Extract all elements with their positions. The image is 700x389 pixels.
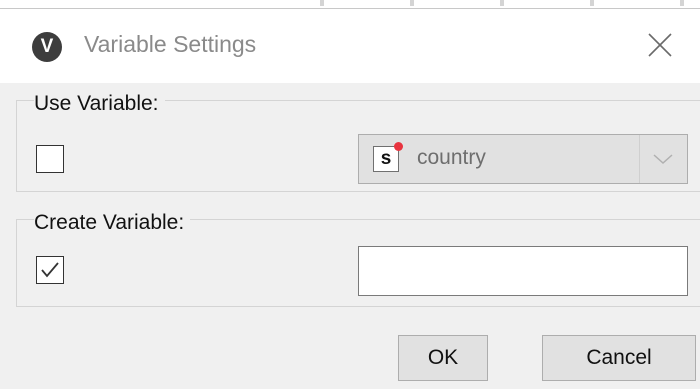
new-variable-name-input[interactable]: [358, 246, 688, 296]
string-variable-icon: s: [373, 142, 403, 172]
close-button[interactable]: [640, 25, 680, 65]
ok-button[interactable]: OK: [398, 335, 488, 381]
window-title: Variable Settings: [84, 31, 257, 57]
variable-type-letter: s: [380, 148, 392, 169]
select-divider: [639, 135, 640, 183]
create-variable-checkbox[interactable]: [36, 256, 64, 284]
checkmark-icon: [41, 262, 59, 278]
create-variable-label: Create Variable:: [34, 211, 191, 235]
app-logo-icon: V: [32, 32, 62, 62]
variable-settings-dialog: V Variable Settings Use Variable: s coun…: [0, 0, 700, 389]
title-bar: V Variable Settings: [0, 9, 700, 83]
background-window-content: [280, 0, 700, 6]
close-icon: [648, 33, 672, 57]
variable-type-dot: [394, 142, 403, 151]
variable-select-value: country: [417, 146, 486, 169]
use-variable-label: Use Variable:: [34, 92, 165, 116]
cancel-button[interactable]: Cancel: [542, 335, 696, 381]
use-variable-checkbox[interactable]: [36, 145, 64, 173]
chevron-down-icon: [653, 154, 673, 165]
background-window-strip: [0, 0, 700, 9]
variable-select[interactable]: s country: [358, 134, 688, 184]
